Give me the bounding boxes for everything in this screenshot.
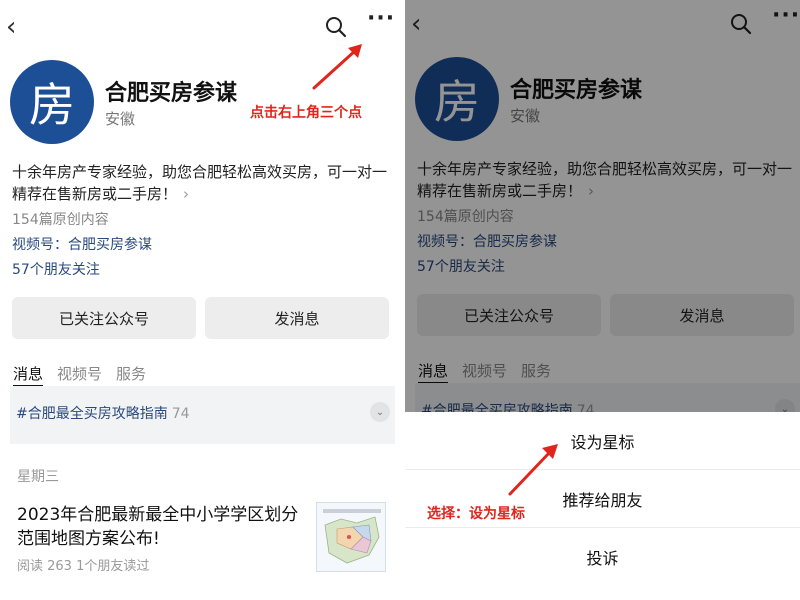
right-screen: ‹ ··· 房 合肥买房参谋 安徽 十余年房产专家经验，助您合肥轻松高效买房，可… bbox=[405, 0, 800, 600]
arrow-up-right-icon bbox=[508, 444, 558, 496]
back-icon[interactable]: ‹ bbox=[6, 12, 16, 42]
more-icon[interactable]: ··· bbox=[367, 6, 395, 31]
set-star-option[interactable]: 设为星标 bbox=[405, 412, 800, 470]
tab-channels[interactable]: 视频号 bbox=[57, 365, 102, 383]
tap-more-hint: 点击右上角三个点 bbox=[250, 105, 362, 121]
article-thumbnail[interactable] bbox=[316, 502, 386, 572]
intro-text: 十余年房产专家经验，助您合肥轻松高效买房，可一对一精荐在售新房或二手房！ bbox=[12, 163, 388, 203]
avatar: 房 bbox=[10, 60, 94, 144]
chevron-down-icon[interactable]: ⌄ bbox=[370, 402, 390, 422]
account-name: 合肥买房参谋 bbox=[105, 81, 238, 106]
report-option[interactable]: 投诉 bbox=[405, 528, 800, 586]
article-title[interactable]: 2023年合肥最新最全中小学学区划分范围地图方案公布! bbox=[17, 503, 307, 551]
topic-count: 74 bbox=[171, 406, 190, 422]
arrow-up-right-icon bbox=[312, 44, 362, 90]
left-screen: ‹ ··· 房 合肥买房参谋 安徽 十余年房产专家经验，助您合肥轻松高效买房，可… bbox=[0, 0, 395, 600]
tab-messages[interactable]: 消息 bbox=[13, 365, 44, 387]
feed-day: 星期三 bbox=[17, 469, 59, 485]
followed-button[interactable]: 已关注公众号 bbox=[12, 297, 196, 339]
friends-following-link[interactable]: 57个朋友关注 bbox=[12, 259, 100, 279]
search-icon[interactable] bbox=[325, 16, 347, 38]
topic-text: #合肥最全买房攻略指南 bbox=[16, 406, 168, 422]
account-region: 安徽 bbox=[105, 110, 136, 128]
send-message-button[interactable]: 发消息 bbox=[205, 297, 389, 339]
channel-link[interactable]: 视频号：合肥买房参谋 bbox=[12, 234, 152, 254]
topic-banner[interactable]: #合肥最全买房攻略指南 74 ⌄ bbox=[10, 386, 395, 444]
tab-services[interactable]: 服务 bbox=[116, 365, 146, 383]
dim-overlay[interactable] bbox=[405, 0, 800, 412]
chevron-right-icon: › bbox=[183, 185, 190, 203]
tab-bar: 消息 视频号 服务 bbox=[13, 363, 160, 387]
articles-count: 154篇原创内容 bbox=[12, 212, 109, 228]
article-meta: 阅读 263 1个朋友读过 bbox=[17, 559, 150, 574]
map-thumbnail-image bbox=[317, 503, 385, 571]
select-star-hint: 选择：设为星标 bbox=[427, 506, 525, 522]
account-intro[interactable]: 十余年房产专家经验，助您合肥轻松高效买房，可一对一精荐在售新房或二手房！ › bbox=[12, 161, 392, 205]
